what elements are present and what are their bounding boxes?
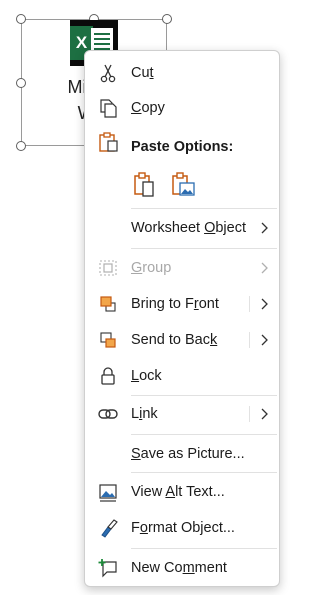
separator — [131, 472, 277, 473]
split-divider — [249, 332, 250, 348]
split-divider — [249, 406, 250, 422]
menu-item-new-comment[interactable]: New Comment — [85, 550, 279, 586]
split-divider — [249, 296, 250, 312]
chevron-right-icon[interactable] — [259, 407, 269, 421]
chevron-right-icon — [261, 262, 268, 274]
resize-handle-bottom-left[interactable] — [16, 141, 26, 151]
menu-item-bring-to-front-label: Bring to Front — [131, 296, 219, 312]
paste-as-picture-icon[interactable] — [169, 171, 197, 199]
menu-item-save-as-picture-label: Save as Picture... — [131, 446, 245, 462]
menu-item-worksheet-object[interactable]: Worksheet Object — [85, 210, 279, 246]
menu-item-cut[interactable]: Cut — [85, 55, 279, 91]
menu-item-worksheet-object-label: Worksheet Object — [131, 220, 246, 236]
menu-item-lock[interactable]: Lock — [85, 358, 279, 394]
resize-handle-top-left[interactable] — [16, 14, 26, 24]
menu-item-bring-to-front[interactable]: Bring to Front — [85, 286, 279, 322]
format-brush-icon — [101, 519, 118, 538]
chevron-right-icon[interactable] — [259, 333, 269, 347]
menu-item-lock-label: Lock — [131, 368, 162, 384]
menu-item-new-comment-label: New Comment — [131, 560, 227, 576]
paste-options-header: Paste Options: — [131, 139, 234, 155]
separator — [131, 248, 277, 249]
separator — [131, 208, 277, 209]
new-comment-icon — [98, 559, 117, 578]
menu-item-send-to-back-label: Send to Back — [131, 332, 218, 348]
separator — [131, 548, 277, 549]
paste-clipboard-icon — [99, 132, 118, 152]
menu-item-group-label: Group — [131, 260, 172, 276]
menu-item-cut-label: Cut — [131, 65, 154, 81]
group-icon — [99, 260, 117, 276]
menu-item-format-object[interactable]: Format Object... — [85, 510, 279, 546]
paste-keep-source-icon[interactable] — [131, 171, 159, 199]
alt-text-icon — [99, 484, 117, 502]
menu-item-view-alt-text[interactable]: View Alt Text... — [85, 474, 279, 510]
menu-item-copy-label: Copy — [131, 100, 165, 116]
context-menu: Cut Copy Paste Options: Worksheet Object — [84, 50, 280, 587]
menu-item-link[interactable]: Link — [85, 396, 279, 432]
copy-icon — [100, 99, 117, 118]
menu-item-link-label: Link — [131, 406, 158, 422]
chevron-right-icon — [261, 222, 268, 234]
chevron-right-icon[interactable] — [259, 297, 269, 311]
send-to-back-icon — [100, 332, 116, 348]
menu-item-send-to-back[interactable]: Send to Back — [85, 322, 279, 358]
link-icon — [98, 409, 118, 419]
menu-item-view-alt-text-label: View Alt Text... — [131, 484, 225, 500]
scissors-icon — [100, 64, 116, 83]
bring-to-front-icon — [100, 296, 116, 312]
lock-icon — [101, 367, 115, 385]
menu-item-group[interactable]: Group — [85, 250, 279, 286]
menu-item-copy[interactable]: Copy — [85, 90, 279, 126]
menu-item-format-object-label: Format Object... — [131, 520, 235, 536]
resize-handle-top-right[interactable] — [162, 14, 172, 24]
menu-item-save-as-picture[interactable]: Save as Picture... — [85, 436, 279, 472]
separator — [131, 434, 277, 435]
